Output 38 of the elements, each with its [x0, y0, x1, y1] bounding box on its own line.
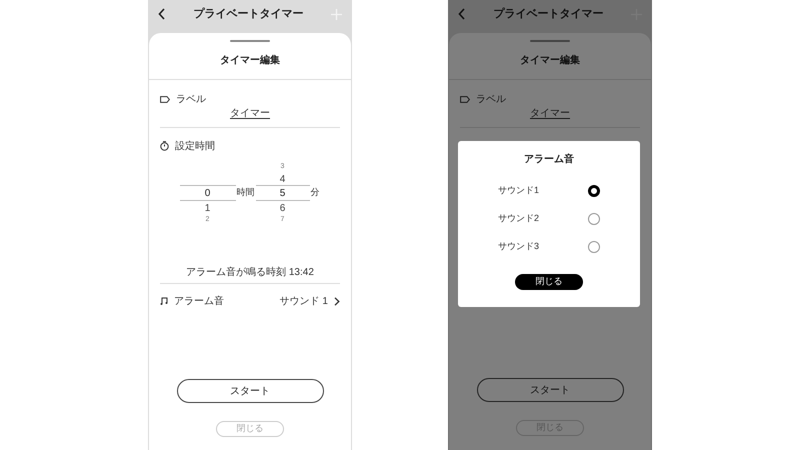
label-value[interactable]: タイマー: [230, 106, 270, 120]
music-note-icon: [160, 297, 168, 305]
stopwatch-icon: [160, 141, 169, 151]
radio-button[interactable]: [588, 185, 600, 197]
dialog-close-button[interactable]: 閉じる: [515, 274, 583, 290]
picker-option[interactable]: 4: [280, 172, 286, 186]
label-caption: ラベル: [476, 92, 506, 106]
sheet-title: タイマー編集: [220, 54, 280, 68]
start-button[interactable]: スタート: [476, 378, 624, 402]
unit-label: 時間: [236, 186, 254, 200]
alarm-caption: アラーム音: [174, 294, 225, 308]
picker-option[interactable]: 6: [280, 200, 286, 216]
picker-value[interactable]: 5: [280, 186, 286, 200]
label-value[interactable]: タイマー: [530, 106, 570, 120]
screen-title: プライベートタイマー: [494, 6, 604, 22]
back-icon[interactable]: [158, 8, 166, 20]
chevron-icon: [334, 296, 340, 306]
dialog-title: アラーム音: [524, 152, 574, 166]
start-button[interactable]: スタート: [176, 379, 324, 403]
tag-icon: [460, 96, 470, 102]
alarm-sound-row[interactable]: アラーム音 サウンド 1: [160, 294, 340, 308]
drag-handle[interactable]: [230, 40, 270, 42]
label-caption: ラベル: [176, 92, 206, 106]
radio-button[interactable]: [588, 213, 600, 225]
picker-option[interactable]: 1: [204, 200, 210, 216]
unit-label: 分: [310, 186, 320, 200]
sound-option[interactable]: サウンド1: [498, 184, 540, 198]
sound-option[interactable]: サウンド3: [498, 240, 540, 254]
drag-handle[interactable]: [530, 40, 570, 42]
sheet-title: タイマー編集: [520, 54, 580, 68]
alarm-time-text: アラーム音が鳴る時刻 13:42: [186, 266, 314, 280]
picker-value[interactable]: 0: [204, 186, 210, 200]
radio-button[interactable]: [588, 241, 600, 253]
tag-icon: [160, 96, 170, 102]
screen-title: プライベートタイマー: [194, 6, 304, 22]
sound-option[interactable]: サウンド2: [498, 212, 540, 226]
alarm-value: サウンド 1: [280, 294, 328, 308]
duration-caption: 設定時間: [175, 140, 215, 154]
